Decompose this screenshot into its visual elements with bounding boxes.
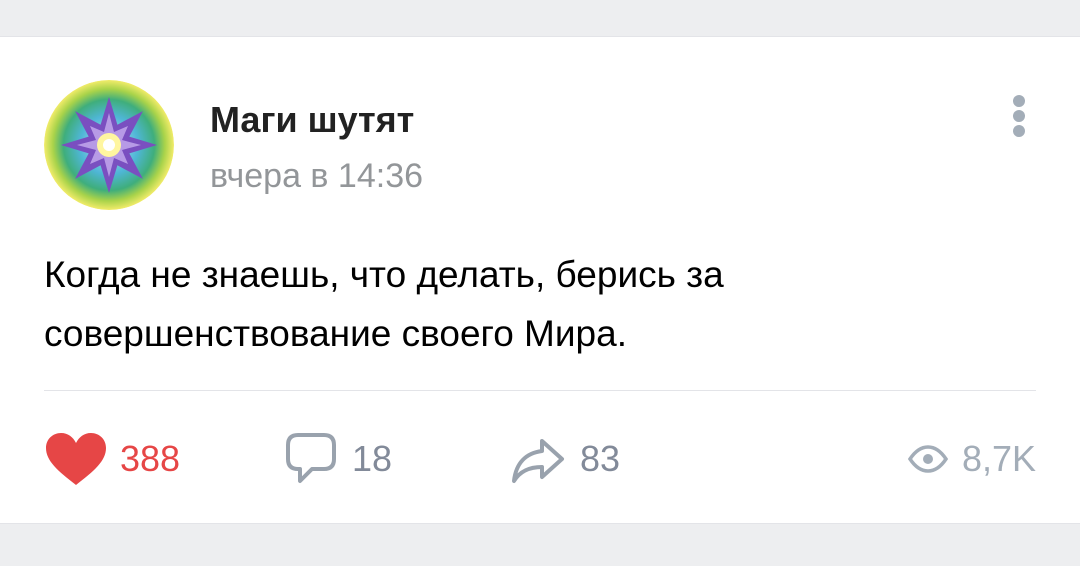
views-counter: 8,7K — [907, 431, 1036, 487]
post-card: Маги шутят вчера в 14:36 Когда не знаешь… — [0, 36, 1080, 524]
eye-icon — [907, 445, 948, 473]
divider — [44, 390, 1036, 391]
post-text: Когда не знаешь, что делать, берись за с… — [44, 254, 724, 354]
comment-button[interactable]: 18 — [284, 431, 392, 487]
group-avatar[interactable] — [44, 80, 174, 210]
like-button[interactable]: 388 — [44, 431, 180, 487]
post-time[interactable]: вчера в 14:36 — [210, 157, 423, 196]
share-arrow-icon — [512, 439, 564, 483]
like-count: 388 — [120, 438, 181, 479]
group-name[interactable]: Маги шутят — [210, 99, 414, 141]
mandala-star-icon — [44, 80, 174, 210]
comment-icon — [286, 433, 336, 483]
share-count: 83 — [580, 438, 621, 479]
heart-icon — [46, 433, 106, 485]
comment-count: 18 — [352, 438, 393, 479]
views-count: 8,7K — [961, 438, 1036, 479]
share-button[interactable]: 83 — [510, 431, 620, 487]
more-options-icon[interactable] — [1004, 93, 1034, 139]
